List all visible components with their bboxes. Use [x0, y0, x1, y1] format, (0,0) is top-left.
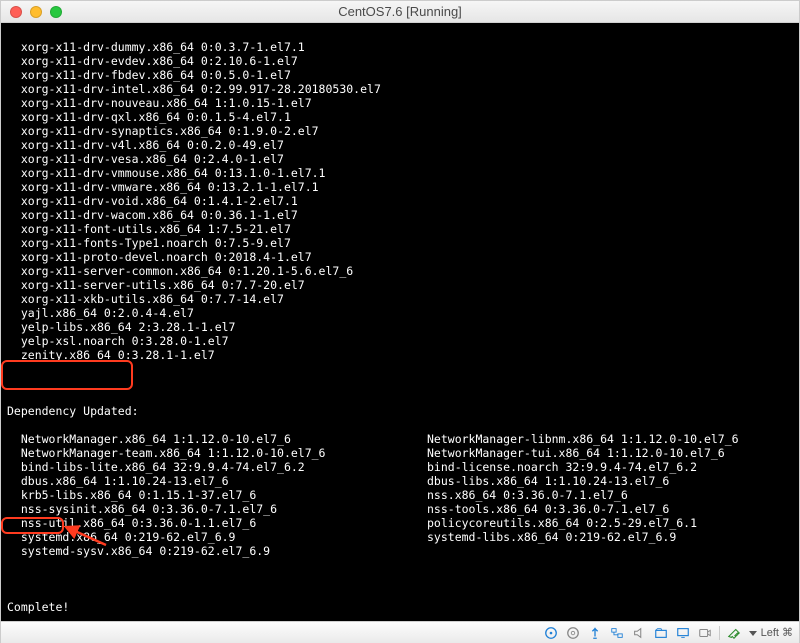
- statusbar-separator: [719, 626, 720, 640]
- arrow-down-icon: [748, 628, 758, 638]
- display-icon[interactable]: [675, 625, 691, 641]
- zoom-button[interactable]: [50, 6, 62, 18]
- host-key-symbol: ⌘: [782, 626, 793, 639]
- hdd-icon[interactable]: [543, 625, 559, 641]
- shared-folder-icon[interactable]: [653, 625, 669, 641]
- terminal-output[interactable]: xorg-x11-drv-dummy.x86_64 0:0.3.7-1.el7.…: [1, 23, 799, 621]
- optical-icon[interactable]: [565, 625, 581, 641]
- minimize-button[interactable]: [30, 6, 42, 18]
- vm-statusbar: Left ⌘: [1, 621, 799, 643]
- dependency-columns: NetworkManager.x86_64 1:1.12.0-10.el7_6 …: [7, 432, 793, 558]
- dependency-col-left: NetworkManager.x86_64 1:1.12.0-10.el7_6 …: [7, 432, 427, 558]
- package-list: xorg-x11-drv-dummy.x86_64 0:0.3.7-1.el7.…: [7, 40, 793, 362]
- host-key-icon[interactable]: [726, 625, 742, 641]
- audio-icon[interactable]: [631, 625, 647, 641]
- host-key-text: Left: [761, 627, 779, 639]
- usb-icon[interactable]: [587, 625, 603, 641]
- window-title: CentOS7.6 [Running]: [1, 4, 799, 19]
- blank-line: [7, 376, 793, 390]
- network-icon[interactable]: [609, 625, 625, 641]
- recording-icon[interactable]: [697, 625, 713, 641]
- window-titlebar: CentOS7.6 [Running]: [1, 1, 799, 23]
- window-controls: [1, 6, 62, 18]
- complete-line: Complete!: [7, 600, 793, 614]
- blank-line: [7, 572, 793, 586]
- close-button[interactable]: [10, 6, 22, 18]
- dependency-updated-header: Dependency Updated:: [7, 404, 793, 418]
- host-key-label: Left ⌘: [748, 626, 793, 639]
- dependency-col-right: NetworkManager-libnm.x86_64 1:1.12.0-10.…: [427, 432, 793, 558]
